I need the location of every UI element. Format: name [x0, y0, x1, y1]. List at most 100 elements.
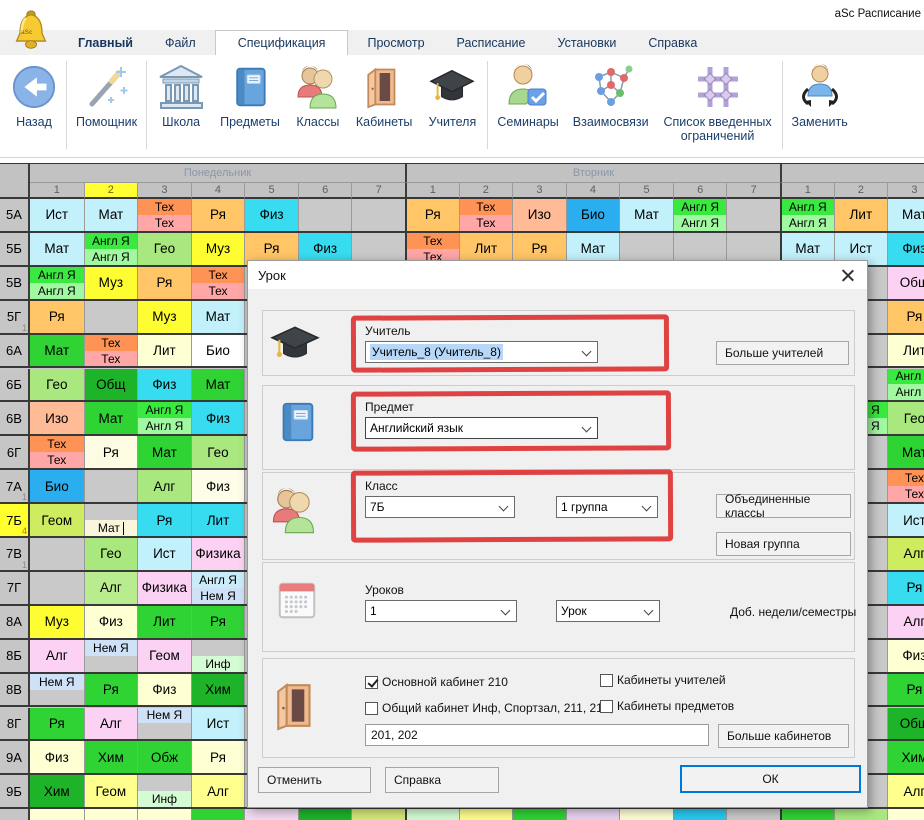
- dialog-titlebar[interactable]: Урок: [248, 261, 867, 289]
- timetable-cell[interactable]: Физ: [191, 402, 245, 434]
- timetable-cell[interactable]: Ря: [191, 199, 245, 231]
- timetable-cell[interactable]: Гео: [887, 402, 924, 434]
- timetable-cell[interactable]: Ист: [30, 199, 84, 231]
- help-button[interactable]: Справка: [385, 767, 499, 793]
- timetable-cell[interactable]: ТехТех: [191, 267, 245, 299]
- timetable-cell[interactable]: Био: [191, 335, 245, 367]
- timetable-cell[interactable]: Англ ЯАнгл Я: [30, 267, 84, 299]
- timetable-cell[interactable]: Гео: [84, 538, 138, 570]
- timetable-cell[interactable]: Инф: [137, 775, 191, 807]
- timetable-cell[interactable]: Общ: [887, 708, 924, 740]
- ribbon-button-seminar[interactable]: Семинары: [490, 57, 565, 129]
- row-label-7Б[interactable]: 7Б4: [0, 504, 30, 536]
- timetable-cell[interactable]: Гео: [137, 233, 191, 265]
- timetable-cell[interactable]: Хим: [30, 775, 84, 807]
- row-label-8А[interactable]: 8А: [0, 606, 30, 638]
- timetable-cell[interactable]: Ря: [191, 606, 245, 638]
- row-label-5Г[interactable]: 5Г1: [0, 301, 30, 333]
- timetable-cell[interactable]: Инф: [191, 640, 245, 672]
- timetable-cell[interactable]: Мат: [887, 436, 924, 468]
- timetable-cell[interactable]: Лит: [887, 335, 924, 367]
- timetable-cell[interactable]: [351, 199, 405, 231]
- timetable-cell[interactable]: Мат: [84, 504, 138, 536]
- lesson-type-combobox[interactable]: Урок: [556, 600, 660, 622]
- row-label-6А[interactable]: 6А: [0, 335, 30, 367]
- timetable-cell[interactable]: Нем Я: [30, 674, 84, 706]
- timetable-cell[interactable]: Алг: [887, 775, 924, 807]
- timetable-cell[interactable]: Хим: [887, 741, 924, 773]
- timetable-cell[interactable]: Муз: [84, 267, 138, 299]
- tab-Главный[interactable]: Главный: [65, 30, 146, 55]
- timetable-cell[interactable]: Англ ЯНем Я: [191, 572, 245, 604]
- timetable-cell[interactable]: [30, 538, 84, 570]
- timetable-cell[interactable]: [30, 572, 84, 604]
- shared-room-checkbox[interactable]: Общий кабинет Инф, Спортзал, 211, 212,: [365, 701, 613, 715]
- timetable-cell[interactable]: Ря: [30, 301, 84, 333]
- timetable-cell[interactable]: Алг: [30, 640, 84, 672]
- timetable-cell[interactable]: Алг: [84, 708, 138, 740]
- timetable-cell[interactable]: Обж: [137, 741, 191, 773]
- ribbon-button-back[interactable]: Назад: [4, 57, 64, 129]
- tab-Справка[interactable]: Справка: [635, 30, 710, 55]
- timetable-cell[interactable]: Физ: [84, 606, 138, 638]
- timetable-cell[interactable]: Муз: [137, 301, 191, 333]
- subject-combobox[interactable]: Английский язык: [365, 417, 598, 439]
- row-label-5В[interactable]: 5В: [0, 267, 30, 299]
- timetable-cell[interactable]: Мат: [191, 369, 245, 401]
- timetable-cell[interactable]: Ря: [887, 301, 924, 333]
- ribbon-button-school[interactable]: Школа: [149, 57, 213, 129]
- row-label-6Б[interactable]: 6Б: [0, 369, 30, 401]
- tab-Спецификация[interactable]: Спецификация: [215, 30, 349, 55]
- teacher-combobox[interactable]: Учитель_8 (Учитель_8): [365, 341, 598, 363]
- timetable-cell[interactable]: Мат: [84, 199, 138, 231]
- timetable-cell[interactable]: Муз: [191, 233, 245, 265]
- timetable-cell[interactable]: Гео: [191, 436, 245, 468]
- lessons-count-combobox[interactable]: 1: [365, 600, 517, 622]
- ribbon-button-constraints[interactable]: Список введенных ограничений: [656, 57, 780, 144]
- new-group-button[interactable]: Новая группа: [716, 532, 851, 556]
- ribbon-button-door[interactable]: Кабинеты: [349, 57, 420, 129]
- timetable-cell[interactable]: Ря: [405, 199, 459, 231]
- timetable-cell[interactable]: Лит: [191, 504, 245, 536]
- timetable-cell[interactable]: [84, 301, 138, 333]
- timetable-cell[interactable]: Алг: [191, 775, 245, 807]
- timetable-cell[interactable]: ТехТех: [459, 199, 513, 231]
- timetable-cell[interactable]: Алг: [887, 606, 924, 638]
- timetable-cell[interactable]: Физ: [244, 199, 298, 231]
- timetable-cell[interactable]: Лит: [137, 606, 191, 638]
- ribbon-button-gradcap[interactable]: Учителя: [419, 57, 485, 129]
- rooms-field[interactable]: 201, 202: [365, 724, 709, 746]
- timetable-cell[interactable]: Геом: [30, 504, 84, 536]
- row-label-9Б[interactable]: 9Б: [0, 775, 30, 807]
- timetable-cell[interactable]: Мат: [30, 233, 84, 265]
- timetable-cell[interactable]: Геом: [84, 775, 138, 807]
- timetable-cell[interactable]: Ист: [191, 708, 245, 740]
- more-teachers-button[interactable]: Больше учителей: [716, 341, 849, 365]
- row-label-7Г[interactable]: 7Г: [0, 572, 30, 604]
- timetable-cell[interactable]: [298, 199, 352, 231]
- timetable-cell[interactable]: ТехТех: [84, 335, 138, 367]
- timetable-cell[interactable]: Мат: [137, 436, 191, 468]
- timetable-cell[interactable]: Био: [30, 470, 84, 502]
- timetable-cell[interactable]: Гео: [30, 369, 84, 401]
- timetable-cell[interactable]: Мат: [887, 199, 924, 231]
- row-label-9А[interactable]: 9А: [0, 741, 30, 773]
- tab-Файл[interactable]: Файл: [152, 30, 209, 55]
- timetable-cell[interactable]: Ря: [887, 674, 924, 706]
- tab-Установки[interactable]: Установки: [544, 30, 629, 55]
- timetable-cell[interactable]: Физ: [30, 741, 84, 773]
- timetable-cell[interactable]: Нем Я: [84, 640, 138, 672]
- timetable-cell[interactable]: Физика: [137, 572, 191, 604]
- ok-button[interactable]: ОК: [680, 765, 861, 793]
- ribbon-button-book[interactable]: Предметы: [213, 57, 287, 129]
- timetable-cell[interactable]: Ря: [887, 572, 924, 604]
- timetable-cell[interactable]: Алг: [887, 538, 924, 570]
- timetable-cell[interactable]: Физ: [191, 470, 245, 502]
- ribbon-button-replace[interactable]: Заменить: [785, 57, 855, 129]
- timetable-cell[interactable]: Геом: [137, 640, 191, 672]
- timetable-cell[interactable]: Ист: [887, 504, 924, 536]
- timetable-cell[interactable]: Физ: [137, 369, 191, 401]
- ribbon-button-links[interactable]: Взаимосвязи: [566, 57, 656, 129]
- home-room-checkbox[interactable]: Основной кабинет 210: [365, 675, 508, 689]
- row-label-8Б[interactable]: 8Б: [0, 640, 30, 672]
